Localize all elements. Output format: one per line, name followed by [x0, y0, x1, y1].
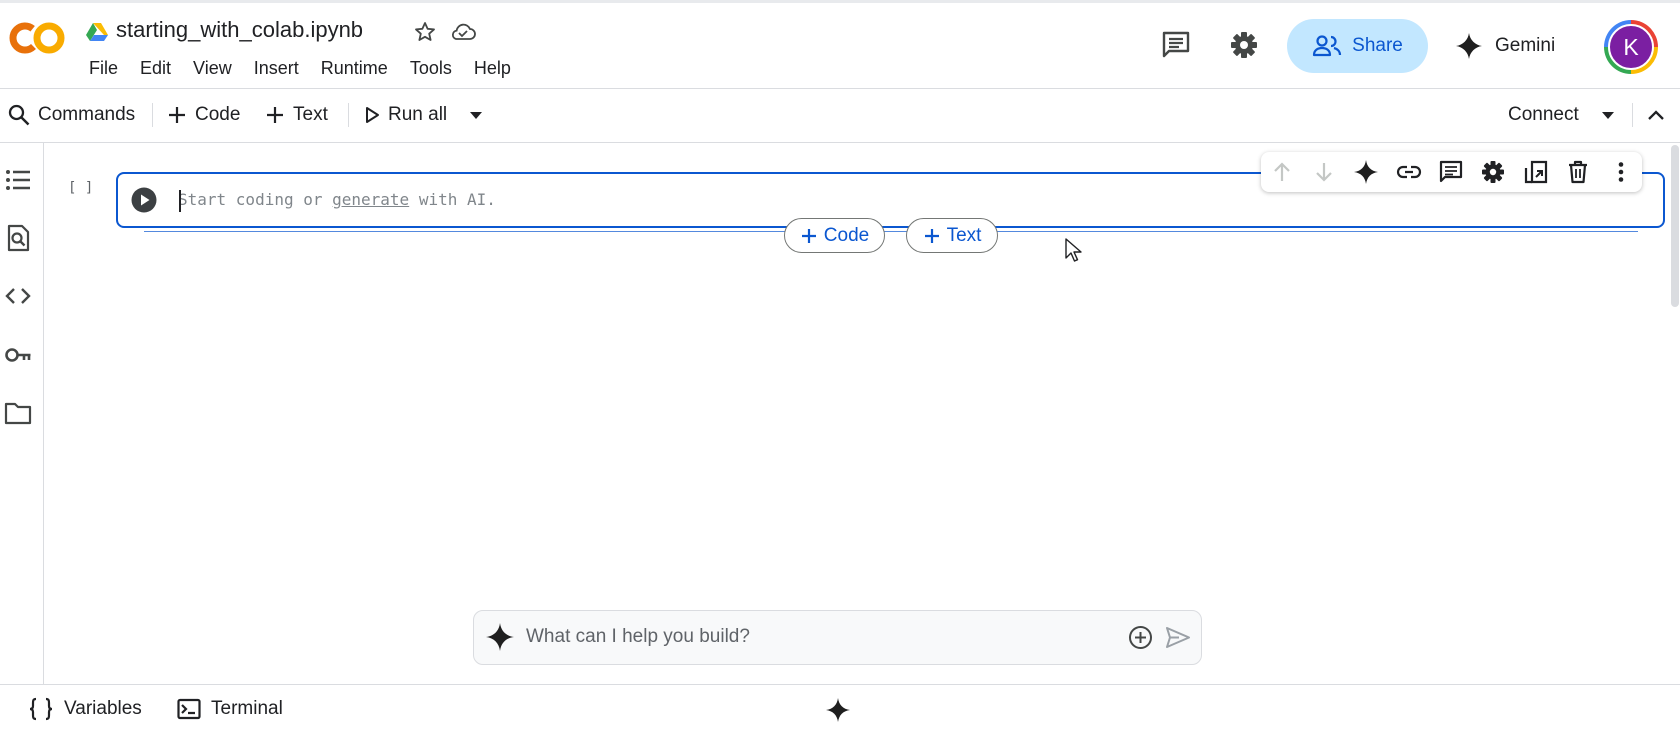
add-code-button[interactable]: Code: [167, 101, 240, 129]
code-snippets-icon[interactable]: [4, 282, 32, 310]
insert-text-cell-button[interactable]: Text: [906, 218, 998, 253]
toolbar-divider: [348, 103, 349, 127]
menu-bar: File Edit View Insert Runtime Tools Help: [78, 56, 522, 81]
settings-icon[interactable]: [1479, 158, 1507, 186]
more-vert-icon[interactable]: [1607, 158, 1635, 186]
toolbar-divider: [152, 103, 153, 127]
variables-button[interactable]: Variables: [28, 695, 142, 723]
gemini-spark-icon: [486, 623, 514, 651]
terminal-button[interactable]: Terminal: [177, 695, 283, 723]
menu-runtime[interactable]: Runtime: [310, 56, 399, 81]
insert-code-cell-button[interactable]: Code: [784, 218, 885, 253]
toolbar-divider: [1632, 103, 1633, 127]
statusbar-divider: [0, 684, 1680, 685]
connect-label: Connect: [1508, 104, 1579, 125]
menu-edit[interactable]: Edit: [129, 56, 182, 81]
add-text-button[interactable]: Text: [265, 101, 328, 129]
move-up-icon[interactable]: [1268, 158, 1296, 186]
find-replace-icon[interactable]: [4, 224, 32, 252]
generate-link[interactable]: generate: [332, 190, 409, 209]
terminal-icon: [177, 698, 201, 720]
move-down-icon[interactable]: [1310, 158, 1338, 186]
settings-gear-icon[interactable]: [1228, 29, 1260, 61]
plus-icon: [169, 107, 185, 123]
gemini-prompt-input[interactable]: [526, 624, 1086, 650]
execution-count: [ ]: [68, 180, 94, 196]
people-icon: [1313, 35, 1342, 57]
colab-logo[interactable]: [8, 20, 66, 56]
connect-button[interactable]: Connect: [1508, 101, 1579, 129]
comment-icon[interactable]: [1437, 158, 1465, 186]
insert-code-label: Code: [823, 224, 870, 246]
delete-icon[interactable]: [1564, 158, 1592, 186]
top-border: [0, 0, 1680, 3]
vertical-scrollbar[interactable]: [1671, 145, 1679, 307]
cloud-saved-icon[interactable]: [449, 20, 477, 44]
send-icon[interactable]: [1164, 624, 1191, 651]
notebook-title[interactable]: starting_with_colab.ipynb: [116, 17, 363, 43]
cell-placeholder[interactable]: Start coding or generate with AI.: [178, 190, 496, 209]
files-folder-icon[interactable]: [4, 399, 32, 427]
insert-text-label: Text: [946, 224, 982, 246]
text-cursor: [179, 190, 181, 212]
menu-view[interactable]: View: [182, 56, 243, 81]
mouse-cursor-icon: [1065, 238, 1082, 262]
menu-file[interactable]: File: [78, 56, 129, 81]
commands-button[interactable]: Commands: [8, 101, 135, 129]
placeholder-suffix: with AI.: [409, 190, 496, 209]
run-all-button[interactable]: Run all: [364, 101, 447, 129]
comments-icon[interactable]: [1160, 29, 1192, 61]
add-cell-divider: [144, 231, 1638, 232]
mirror-cell-icon[interactable]: [1522, 158, 1550, 186]
account-avatar[interactable]: K: [1608, 24, 1654, 70]
run-all-dropdown-icon[interactable]: [468, 108, 484, 122]
table-of-contents-icon[interactable]: [4, 166, 32, 194]
search-icon: [8, 104, 30, 126]
gemini-spark-icon: [1456, 33, 1482, 59]
star-icon[interactable]: [413, 20, 437, 44]
menu-help[interactable]: Help: [463, 56, 522, 81]
sidebar-border: [43, 143, 44, 684]
add-circle-icon[interactable]: [1127, 624, 1154, 651]
menu-tools[interactable]: Tools: [399, 56, 463, 81]
placeholder-prefix: Start coding or: [178, 190, 333, 209]
play-icon: [366, 107, 379, 123]
gemini-button[interactable]: Gemini: [1455, 24, 1555, 68]
variables-label: Variables: [64, 698, 142, 719]
google-drive-icon[interactable]: [86, 22, 108, 42]
collapse-chevron-up-icon[interactable]: [1646, 106, 1666, 124]
header-divider: [0, 88, 1680, 89]
secrets-key-icon[interactable]: [4, 341, 32, 369]
gemini-spark-icon[interactable]: [1352, 158, 1380, 186]
run-cell-icon[interactable]: [131, 187, 157, 213]
plus-icon: [267, 107, 283, 123]
run-all-label: Run all: [388, 104, 448, 125]
plus-icon: [801, 228, 816, 243]
terminal-label: Terminal: [211, 698, 283, 719]
add-code-label: Code: [195, 104, 241, 125]
toolbar-divider-bottom: [0, 142, 1680, 143]
menu-insert[interactable]: Insert: [243, 56, 310, 81]
gemini-spark-icon[interactable]: [825, 697, 851, 723]
curly-braces-icon: [29, 697, 53, 721]
commands-label: Commands: [38, 104, 136, 125]
share-button[interactable]: Share: [1287, 19, 1428, 73]
gemini-label: Gemini: [1495, 35, 1556, 56]
share-label: Share: [1352, 35, 1403, 56]
add-text-label: Text: [293, 104, 328, 125]
plus-icon: [924, 228, 939, 243]
link-icon[interactable]: [1395, 158, 1423, 186]
connect-dropdown-icon[interactable]: [1600, 108, 1616, 122]
